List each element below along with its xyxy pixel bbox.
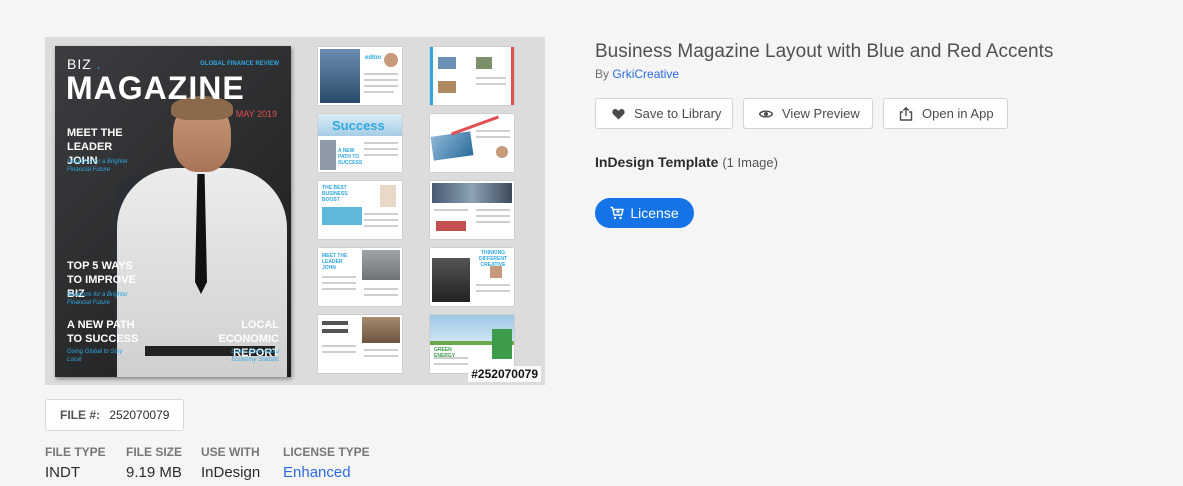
spread-thumbnail: THINKING DIFFERENT CREATIVE [430,248,514,306]
eye-icon [758,106,774,122]
license-button[interactable]: License [595,198,694,228]
share-icon [898,106,914,122]
meta-license-type: LICENSE TYPE Enhanced [283,445,370,481]
cover-masthead: MAGAZINE [66,70,245,106]
save-label: Save to Library [634,106,722,121]
meta-key: USE WITH [201,445,260,459]
preview-image[interactable]: BIZ . GLOBAL FINANCE REVIEW MAGAZINE MAY… [45,37,545,385]
open-in-app-button[interactable]: Open in App [883,98,1008,129]
meta-value: 9.19 MB [126,464,182,481]
meta-file-size: FILE SIZE 9.19 MB [126,445,182,481]
meta-key: FILE TYPE [45,445,106,459]
file-number-label: FILE #: [60,408,101,422]
save-to-library-button[interactable]: Save to Library [595,98,733,129]
spread-thumbnail: editor [318,47,402,105]
spread-thumbnail: THE BEST BUSINESS BOOST [318,181,402,239]
cart-icon [610,206,625,220]
view-preview-button[interactable]: View Preview [743,98,873,129]
cover-subline: Solutions for a Brighter Financial Futur… [67,292,129,306]
magazine-cover: BIZ . GLOBAL FINANCE REVIEW MAGAZINE MAY… [55,46,291,377]
spread-thumbnail [430,114,514,172]
meta-key: LICENSE TYPE [283,445,370,459]
cover-subline: Learn More About Economy Statistic [231,349,279,363]
cover-date: MAY 2019 [235,109,277,119]
spread-thumbnail: Success A NEW PATH TO SUCCESS [318,114,402,172]
asset-title: Business Magazine Layout with Blue and R… [595,41,1054,62]
image-count: (1 Image) [722,155,778,170]
template-type-label: InDesign Template [595,154,719,170]
license-label: License [630,205,679,221]
meta-value: InDesign [201,464,261,481]
heart-icon [610,106,626,122]
meta-key: FILE SIZE [126,445,183,459]
preview-label: View Preview [782,106,860,121]
cover-headline: A NEW PATH TO SUCCESS [67,319,139,345]
file-number-value: 252070079 [109,408,170,422]
license-type-link[interactable]: Enhanced [283,464,370,481]
preview-file-id: #252070079 [468,366,541,382]
file-number-box[interactable]: FILE #: 252070079 [45,399,185,431]
cover-subline: Going Global to Stay Local [67,349,123,363]
spread-thumbnail: GREEN ENERGY [430,315,514,373]
cover-tagline: GLOBAL FINANCE REVIEW [200,61,279,67]
spread-thumbnail [430,181,514,239]
spread-thumbnail [430,47,514,105]
meta-file-type: FILE TYPE INDT [45,445,106,481]
meta-use-with: USE WITH InDesign [201,445,260,481]
open-label: Open in App [922,106,994,121]
author-link[interactable]: GrkiCreative [612,67,679,81]
spread-thumbnail [318,315,402,373]
template-type: InDesign Template (1 Image) [595,154,778,170]
asset-author-line: By GrkiCreative [595,67,679,81]
author-prefix: By [595,67,610,81]
cover-subline: Solutions for a Brighter Financial Futur… [67,159,129,173]
spread-thumbnail: MEET THE LEADER JOHN [318,248,402,306]
meta-value: INDT [45,464,80,481]
